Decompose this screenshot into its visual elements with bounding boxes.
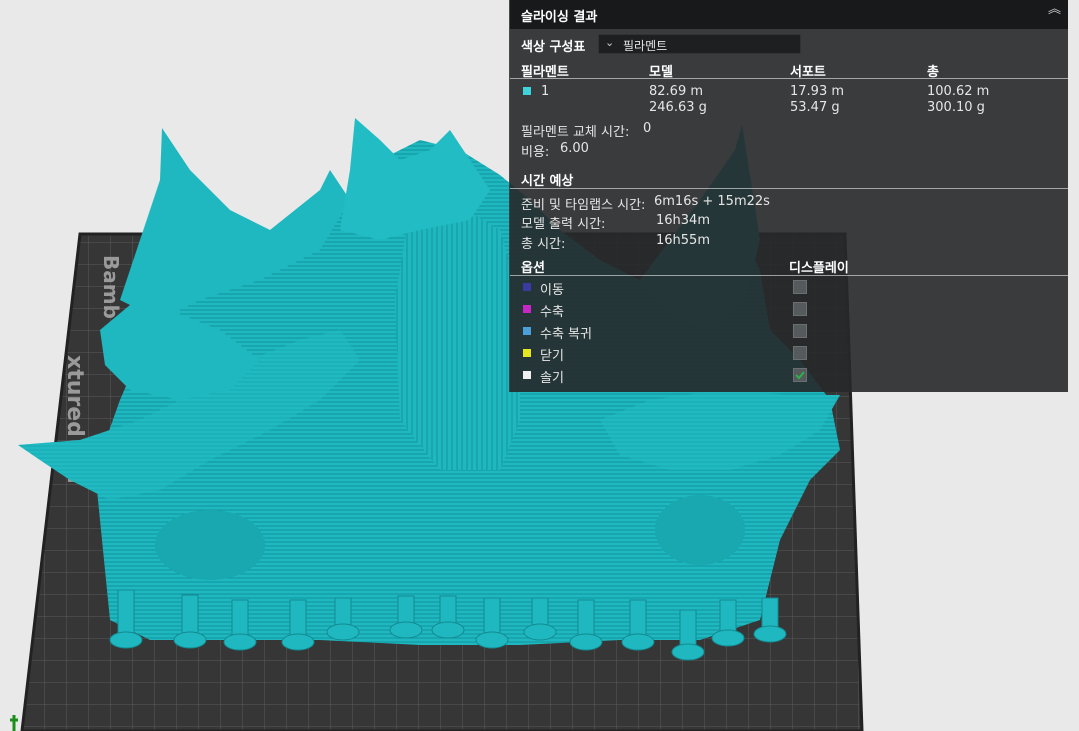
total-time-value: 16h55m [656,233,710,248]
slicing-result-panel: 슬라이싱 결과 ︽ 색상 구성표 ⌄ 필라멘트 필라멘트 모델 서포트 총 1 … [509,0,1068,392]
option-label-wipe: 닫기 [540,349,564,364]
filament-id: 1 [541,84,550,99]
total-time-label: 총 시간: [521,237,566,252]
display-checkbox-retract[interactable] [793,302,807,316]
filament-color-swatch [523,87,531,95]
filament-change-label: 필라멘트 교체 시간: [521,125,630,140]
cost-label: 비용: [521,145,550,160]
total-length: 100.62 m [927,84,990,99]
chevron-down-icon: ⌄ [605,36,615,49]
panel-title: 슬라이싱 결과 [521,10,598,25]
option-label-seam: 솔기 [540,371,564,386]
option-label-unretract: 수축 복귀 [540,327,592,342]
support-length: 17.93 m [790,84,845,99]
total-weight: 300.10 g [927,100,985,115]
prep-time-label: 준비 및 타임랩스 시간: [521,198,646,213]
display-header: 디스플레이 [789,261,849,276]
model-time-label: 모델 출력 시간: [521,217,606,232]
option-label-travel: 이동 [540,283,564,298]
cost-value: 6.00 [560,141,589,156]
divider [510,78,1068,79]
display-checkbox-seam[interactable] [793,368,807,382]
double-chevron-up-icon[interactable]: ︽ [1048,3,1061,16]
axis-marker [10,715,18,731]
model-weight: 246.63 g [649,100,707,115]
support-weight: 53.47 g [790,100,840,115]
travel-color-swatch [523,283,531,291]
model-length: 82.69 m [649,84,704,99]
color-scheme-dropdown[interactable]: ⌄ 필라멘트 [598,34,801,54]
bed-label-top: Bamb [99,255,123,319]
color-scheme-label: 색상 구성표 [521,40,586,55]
options-header: 옵션 [521,261,545,276]
model-time-value: 16h34m [656,213,710,228]
divider [510,188,1068,189]
filament-change-value: 0 [643,121,652,136]
retract-color-swatch [523,305,531,313]
wipe-color-swatch [523,349,531,357]
time-estimate-header: 시간 예상 [521,174,574,189]
color-scheme-value: 필라멘트 [623,39,668,53]
option-label-retract: 수축 [540,305,564,320]
display-checkbox-wipe[interactable] [793,346,807,360]
seam-color-swatch [523,371,531,379]
divider [510,275,1068,276]
display-checkbox-unretract[interactable] [793,324,807,338]
display-checkbox-travel[interactable] [793,280,807,294]
unretract-color-swatch [523,327,531,335]
prep-time-value: 6m16s + 15m22s [654,194,770,209]
checkmark-icon [795,371,805,380]
